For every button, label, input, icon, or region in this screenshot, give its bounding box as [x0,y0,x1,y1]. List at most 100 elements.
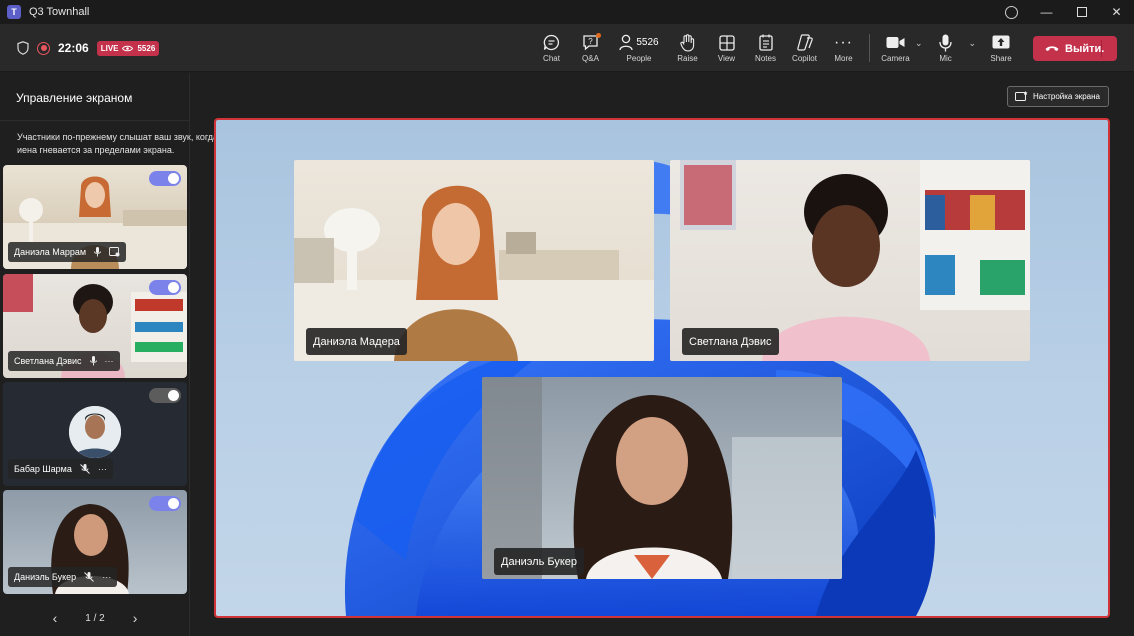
copilot-button[interactable]: Copilot [785,24,824,72]
qa-button[interactable]: ? Q&A [571,24,610,72]
screen-settings-icon [1015,91,1028,101]
minimize-icon[interactable]: — [1029,0,1064,24]
share-icon [992,35,1010,49]
notes-button[interactable]: Notes [746,24,785,72]
mic-icon [939,34,952,51]
meeting-toolbar: 22:06 LIVE 5526 Chat ? Q&A 5526 People R… [0,24,1134,72]
recording-icon [37,41,50,55]
notes-icon [758,34,773,51]
participant-name-pill: Даниэль Букер ··· [8,567,118,587]
shield-icon [17,41,29,55]
qa-label: Q&A [582,53,599,63]
raise-label: Raise [677,53,698,63]
next-page-chevron-icon[interactable]: › [133,610,138,626]
panel-title: Управление экраном [16,91,133,105]
leave-split-divider [1101,40,1102,57]
notes-label: Notes [755,53,776,63]
chat-label: Chat [543,53,560,63]
video-participant-name: Светлана Дэвис [689,335,772,348]
camera-icon [886,37,905,48]
video-name-pill: Даниэль Букер [494,548,585,575]
panel-description: Участники по-прежнему слышат ваш звук, к… [17,132,219,155]
tile-pager: ‹ 1 / 2 › [0,606,190,630]
more-options-icon[interactable]: ··· [105,356,114,366]
view-label: View [717,53,736,63]
participant-name-pill: Бабар Шарма ··· [8,459,113,479]
title-bar: T Q3 Townhall — ✕ [0,0,1134,24]
grid-view-icon [718,34,735,51]
close-icon[interactable]: ✕ [1099,0,1134,24]
on-screen-toggle[interactable] [149,496,181,511]
copilot-icon [796,34,813,51]
view-button[interactable]: View [707,24,746,72]
meeting-timer: 22:06 [58,41,89,55]
meeting-status: 22:06 LIVE 5526 [17,24,160,72]
stage-video-tile[interactable]: Светлана Дэвис [670,160,1030,361]
notification-dot [596,32,601,38]
page-indicator: 1 / 2 [85,612,105,624]
more-button[interactable]: ··· More [824,24,863,72]
circle-control-icon[interactable] [994,0,1029,24]
window-title: Q3 Townhall [29,6,90,18]
stage-video-tile[interactable]: Даниэла Мадера [294,160,654,361]
window-controls: — ✕ [994,0,1134,24]
people-label: People [626,53,652,63]
live-label: LIVE [100,43,119,53]
stage-video-tile[interactable]: Даниэль Букер [482,377,842,579]
more-options-icon[interactable]: ··· [102,572,111,582]
screen-share-settings-icon[interactable] [109,247,120,257]
teams-logo-icon: T [7,5,21,19]
participant-tile[interactable]: Даниэла Маррам [3,165,187,269]
video-name-pill: Светлана Дэвис [682,328,779,355]
more-label: More [834,53,853,63]
toolbar-divider [869,34,870,62]
share-button[interactable]: Share [976,24,1026,72]
maximize-icon[interactable] [1064,0,1099,24]
on-screen-toggle[interactable] [149,280,181,295]
participant-tile[interactable]: Бабар Шарма ··· [3,382,187,486]
presentation-stage: Даниэла Мадера Светлана Дэвис Даниэль Бу… [214,118,1110,618]
mic-icon [89,356,97,366]
participant-name-pill: Даниэла Маррам [8,242,127,262]
people-icon [619,34,634,51]
phone-hangup-icon [1045,46,1059,51]
mic-options-chevron-icon[interactable]: ⌄ [969,38,977,72]
video-name-pill: Даниэла Мадера [306,328,407,355]
copilot-label: Copilot [792,53,817,63]
camera-label: Camera [881,53,910,63]
stage-settings-button[interactable]: Настройка экрана [1007,86,1109,107]
live-badge: LIVE 5526 [96,40,160,56]
hand-icon [680,33,695,52]
participant-name: Даниэла Маррам [14,247,87,257]
toolbar-main: Chat ? Q&A 5526 People Raise View Notes … [532,24,1026,72]
mic-label: Mic [939,53,952,63]
share-label: Share [990,53,1012,63]
people-count: 5526 [636,37,659,48]
participant-tile[interactable]: Даниэль Букер ··· [3,490,187,594]
more-icon: ··· [834,33,853,51]
participant-name-pill: Светлана Дэвис ··· [8,351,120,371]
people-button[interactable]: 5526 People [610,24,668,72]
mic-muted-icon [79,464,90,474]
camera-button[interactable]: Camera [876,24,915,72]
leave-button[interactable]: Выйти. [1033,36,1117,61]
screen-management-panel: Управление экраном Участники по-прежнему… [0,73,218,636]
participant-tile[interactable]: Светлана Дэвис ··· [3,274,187,378]
participant-name: Бабар Шарма [14,464,72,474]
video-participant-name: Даниэль Букер [501,555,578,568]
viewer-count: 5526 [137,43,156,53]
video-participant-name: Даниэла Мадера [313,335,400,348]
eye-icon [122,45,134,51]
chat-icon [543,34,560,51]
raise-hand-button[interactable]: Raise [668,24,707,72]
participant-name: Светлана Дэвис [14,356,82,366]
leave-label: Выйти. [1065,42,1105,55]
on-screen-toggle[interactable] [149,171,181,186]
mic-button[interactable]: Mic [923,24,969,72]
camera-options-chevron-icon[interactable]: ⌄ [915,38,923,72]
stage-settings-label: Настройка экрана [1033,92,1100,101]
previous-page-chevron-icon[interactable]: ‹ [53,610,58,626]
more-options-icon[interactable]: ··· [98,464,107,474]
chat-button[interactable]: Chat [532,24,571,72]
on-screen-toggle[interactable] [149,388,181,403]
